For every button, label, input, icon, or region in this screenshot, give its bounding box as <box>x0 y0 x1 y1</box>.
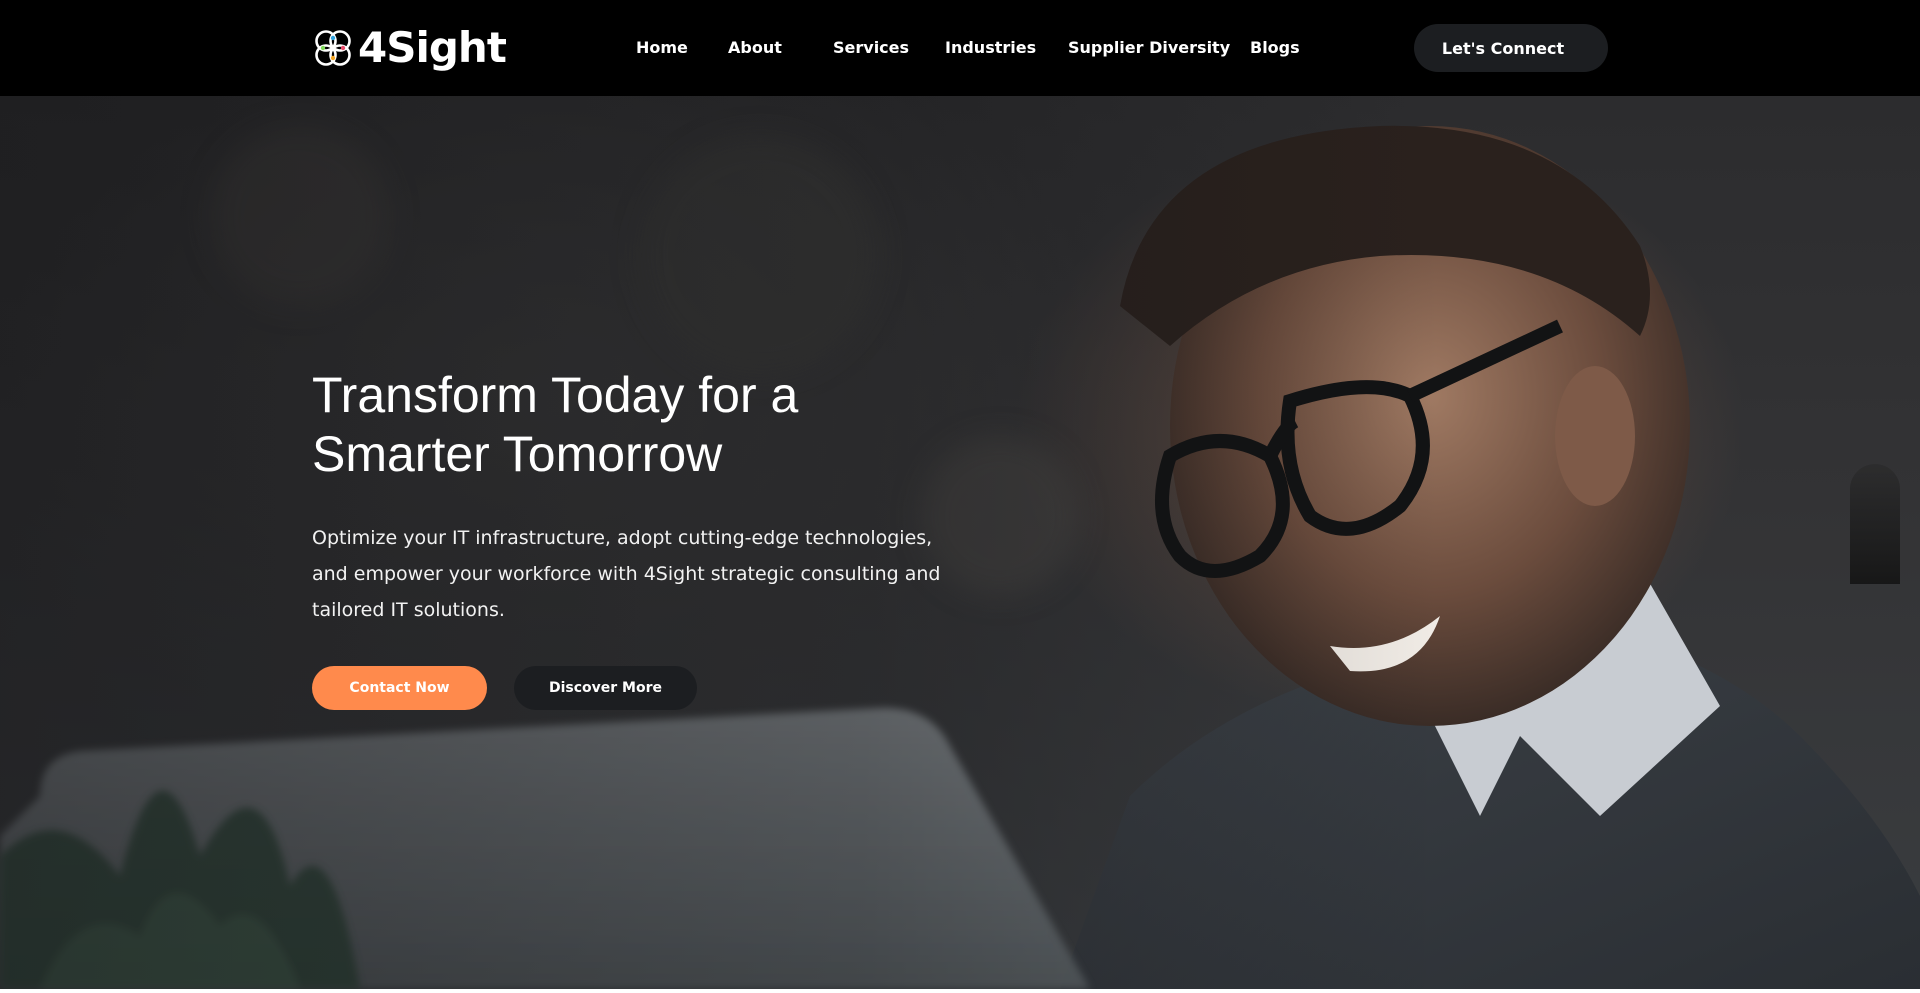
discover-more-button[interactable]: Discover More <box>514 666 697 710</box>
contact-now-button[interactable]: Contact Now <box>312 666 487 710</box>
four-ring-logo-icon <box>315 30 351 66</box>
hero-title-line1: Transform Today for a <box>312 367 799 423</box>
brand-name: 4Sight <box>358 23 507 72</box>
nav-item-industries[interactable]: Industries <box>945 36 1036 60</box>
nav-item-services[interactable]: Services <box>833 36 909 60</box>
brand-logo[interactable]: 4Sight <box>312 23 507 72</box>
lets-connect-button[interactable]: Let's Connect <box>1414 24 1608 72</box>
hero-section: Transform Today for a Smarter Tomorrow O… <box>0 96 1920 989</box>
site-header: 4Sight Home About Services Industries Su… <box>0 0 1920 96</box>
hero-title: Transform Today for a Smarter Tomorrow <box>312 366 952 484</box>
hero-title-line2: Smarter Tomorrow <box>312 426 723 482</box>
nav-item-about[interactable]: About <box>728 36 782 60</box>
hero-dark-overlay <box>0 96 1920 989</box>
hero-subtitle: Optimize your IT infrastructure, adopt c… <box>312 527 941 621</box>
nav-item-supplier-diversity[interactable]: Supplier Diversity <box>1068 36 1230 60</box>
side-scroll-handle[interactable] <box>1850 464 1900 584</box>
nav-item-home[interactable]: Home <box>636 36 688 60</box>
nav-item-blogs[interactable]: Blogs <box>1250 36 1300 60</box>
